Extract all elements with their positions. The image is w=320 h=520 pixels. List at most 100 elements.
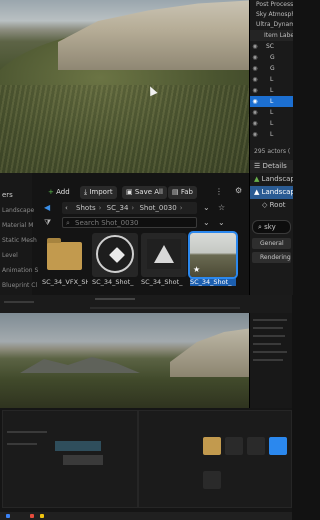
world-outliner: Post Process Sky Atmosph Ultra_Dynami It… [249, 0, 293, 173]
tab-details[interactable]: ☰ Details [250, 160, 293, 173]
level-viewport[interactable] [0, 0, 249, 173]
sidebar-item[interactable]: Material M [0, 218, 33, 233]
details-category-rendering[interactable]: Rendering [252, 252, 291, 263]
asset-name: SC_34_Shot_ [92, 278, 134, 286]
sidebar-item[interactable]: Animation S [0, 263, 38, 278]
outliner-row-selected[interactable]: ◉ L [250, 96, 293, 107]
save-icon: ▣ [126, 188, 135, 196]
level-circle-icon [96, 235, 134, 273]
add-button[interactable]: + Add [44, 186, 74, 199]
fab-button-label: Fab [180, 188, 193, 196]
import-button[interactable]: ⤓ Import [80, 186, 117, 199]
asset-tile-level[interactable]: SC_34_Shot_ [92, 233, 138, 286]
visibility-eye-icon[interactable]: ◉ [250, 118, 260, 129]
outliner-row[interactable]: ◉ L [250, 85, 293, 96]
save-all-button[interactable]: ▣ Save All [122, 186, 167, 199]
outliner-menu-line[interactable]: Sky Atmosph [250, 10, 293, 20]
breadcrumb-item[interactable]: Shot_0030 [136, 202, 179, 214]
breadcrumb-separator-icon: › [98, 204, 102, 212]
import-button-label: Import [89, 188, 113, 196]
breadcrumb-item[interactable]: Shots [73, 202, 99, 214]
filter-icon[interactable]: ⧩ [44, 218, 51, 228]
breadcrumb: ‹ Shots › SC_34 › Shot_0030 › [62, 202, 197, 214]
outliner-row-label: L [270, 120, 274, 127]
component-icon: ◇ [262, 201, 270, 209]
mini-bottom-panels [0, 408, 292, 512]
settings-gear-icon[interactable]: ⚙ [235, 186, 242, 195]
details-component-selected[interactable]: ▲ Landscap [250, 186, 293, 199]
outliner-row[interactable]: ◉ G [250, 63, 293, 74]
mini-row [253, 335, 285, 337]
mini-content-browser [138, 410, 292, 508]
details-tab-label: Details [262, 162, 287, 170]
content-browser: ers Landscape Material M Static Mesh Lev… [0, 173, 249, 295]
outliner-row[interactable]: ◉ SC [250, 41, 293, 52]
fab-icon: ▤ [172, 188, 181, 196]
mini-menu [4, 301, 34, 303]
cube-icon [109, 247, 125, 263]
asset-name: SC_34_Shot_ [190, 278, 236, 286]
content-search-input[interactable]: ⌕ Search Shot_0030 [62, 217, 197, 228]
vertical-dots-icon[interactable]: ⋮ [215, 187, 223, 196]
visibility-eye-icon[interactable]: ◉ [250, 63, 260, 74]
outliner-row[interactable]: ◉ L [250, 129, 293, 140]
visibility-eye-icon[interactable]: ◉ [250, 129, 260, 140]
details-root-row[interactable]: ◇ Root [250, 199, 293, 212]
add-button-label: Add [56, 188, 70, 196]
asset-tile-selected[interactable]: ★ SC_34_Shot_ [188, 231, 238, 286]
star-icon: ★ [193, 265, 201, 274]
mountain-icon [147, 239, 181, 269]
outliner-menu-line[interactable]: Ultra_Dynami [250, 20, 293, 30]
breadcrumb-item[interactable]: SC_34 [104, 202, 132, 214]
mini-sequencer [2, 410, 138, 508]
taskbar [0, 512, 292, 520]
visibility-eye-icon[interactable]: ◉ [250, 41, 260, 52]
outliner-row[interactable]: ◉ L [250, 118, 293, 129]
outliner-row-label: L [270, 98, 274, 105]
visibility-eye-icon[interactable]: ◉ [250, 52, 260, 63]
details-actor-row[interactable]: ▲ Landscap [250, 173, 293, 186]
breadcrumb-separator-icon: › [179, 204, 183, 212]
texture-thumbnail [141, 233, 187, 277]
chevron-down-icon[interactable]: ⌄ [203, 218, 210, 227]
taskbar-app-icon[interactable] [6, 514, 10, 518]
visibility-eye-icon[interactable]: ◉ [250, 96, 260, 107]
sidebar-item[interactable]: Landscape [0, 203, 34, 218]
sidebar-item[interactable]: Level [0, 248, 32, 263]
asset-tile-texture[interactable]: SC_34_Shot_ [141, 233, 187, 286]
chevron-down-icon[interactable]: ⌄ [218, 218, 225, 227]
outliner-row[interactable]: ◉ G [250, 52, 293, 63]
outliner-menu-line[interactable]: Post Process [250, 0, 293, 10]
details-root-label: Root [269, 201, 286, 209]
visibility-eye-icon[interactable]: ◉ [250, 74, 260, 85]
taskbar-app-icon[interactable] [30, 514, 34, 518]
fab-button[interactable]: ▤ Fab [168, 186, 197, 199]
level-thumbnail [92, 233, 138, 277]
sidebar-item[interactable]: Static Mesh [0, 233, 37, 248]
taskbar-app-icon[interactable] [40, 514, 44, 518]
outliner-row-label: G [270, 65, 275, 72]
history-back-icon[interactable]: ◀ [44, 203, 50, 212]
visibility-eye-icon[interactable]: ◉ [250, 85, 260, 96]
outliner-row[interactable]: ◉ L [250, 74, 293, 85]
folder-icon [47, 238, 82, 270]
star-icon[interactable]: ☆ [218, 203, 225, 212]
asset-tile-folder[interactable]: SC_34_VFX_SH [42, 233, 88, 286]
chevron-down-icon[interactable]: ⌄ [203, 203, 210, 212]
outliner-row[interactable]: ◉ L [250, 107, 293, 118]
mini-mountains [20, 357, 140, 373]
mini-track [7, 443, 37, 445]
details-category-general[interactable]: General [252, 238, 291, 249]
outliner-row-label: L [270, 131, 274, 138]
sidebar-item[interactable]: Blueprint Cl [0, 278, 37, 293]
mini-asset [225, 437, 243, 455]
breadcrumb-back-icon[interactable]: ‹ [62, 202, 71, 214]
mini-row [253, 327, 283, 329]
details-search-value: sky [264, 223, 276, 231]
mini-asset-selected [269, 437, 287, 455]
mini-clip [63, 455, 103, 465]
details-search-input[interactable]: ⌕ sky [252, 220, 291, 234]
outliner-column-header[interactable]: Item Label [250, 30, 293, 41]
visibility-eye-icon[interactable]: ◉ [250, 107, 260, 118]
details-tab-icon: ☰ [254, 162, 263, 170]
